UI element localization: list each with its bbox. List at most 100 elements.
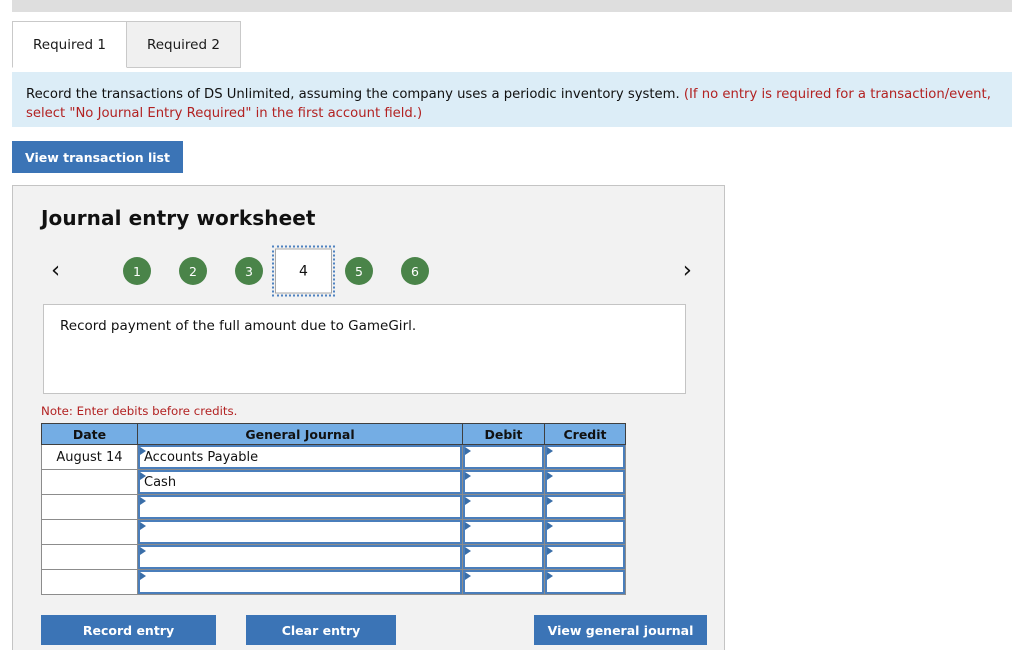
instruction-main-text: Record the transactions of DS Unlimited,… [26, 87, 684, 102]
cell-marker-icon [140, 472, 146, 480]
tab-required-1[interactable]: Required 1 [12, 21, 127, 68]
date-cell-2[interactable] [41, 469, 138, 495]
debit-cell-6[interactable] [462, 569, 545, 595]
tab-required-2-label: Required 2 [146, 36, 220, 53]
account-input-5[interactable] [138, 545, 462, 569]
account-cell-2[interactable]: Cash [137, 469, 463, 495]
journal-entry-table: Date General Journal Debit Credit August… [41, 423, 626, 595]
account-cell-6[interactable] [137, 569, 463, 595]
debit-input-2[interactable] [463, 470, 544, 494]
cell-marker-icon [140, 497, 146, 505]
page-button-1[interactable]: 1 [123, 257, 151, 285]
account-input-4[interactable] [138, 520, 462, 544]
journal-entry-worksheet-panel: Journal entry worksheet ‹ 1 2 3 4 5 6 › … [12, 185, 725, 650]
debit-input-3[interactable] [463, 495, 544, 519]
credit-cell-2[interactable] [544, 469, 626, 495]
cell-marker-icon [465, 472, 471, 480]
debit-input-6[interactable] [463, 570, 544, 594]
debit-cell-5[interactable] [462, 544, 545, 570]
table-row [41, 544, 626, 570]
transaction-description-text: Record payment of the full amount due to… [60, 318, 417, 334]
cell-marker-icon [547, 497, 553, 505]
debit-cell-2[interactable] [462, 469, 545, 495]
credit-cell-6[interactable] [544, 569, 626, 595]
cell-marker-icon [465, 547, 471, 555]
credit-input-1[interactable] [545, 445, 625, 469]
cell-marker-icon [547, 522, 553, 530]
record-entry-button[interactable]: Record entry [41, 615, 216, 645]
column-header-date: Date [41, 423, 138, 445]
debit-cell-4[interactable] [462, 519, 545, 545]
credit-cell-3[interactable] [544, 494, 626, 520]
view-transaction-list-button[interactable]: View transaction list [12, 141, 183, 173]
debits-before-credits-note: Note: Enter debits before credits. [41, 404, 238, 418]
worksheet-pager: ‹ 1 2 3 4 5 6 › [41, 245, 698, 297]
cell-marker-icon [140, 547, 146, 555]
date-cell-5[interactable] [41, 544, 138, 570]
date-cell-6[interactable] [41, 569, 138, 595]
tab-required-1-label: Required 1 [33, 36, 106, 53]
cell-marker-icon [140, 572, 146, 580]
debit-cell-3[interactable] [462, 494, 545, 520]
table-row [41, 569, 626, 595]
chevron-left-icon[interactable]: ‹ [51, 259, 60, 283]
cell-marker-icon [547, 472, 553, 480]
cell-marker-icon [140, 522, 146, 530]
transaction-description-box: Record payment of the full amount due to… [43, 304, 686, 394]
date-cell-1[interactable]: August 14 [41, 444, 138, 470]
column-header-general-journal: General Journal [137, 423, 463, 445]
cell-marker-icon [465, 497, 471, 505]
page-button-2[interactable]: 2 [179, 257, 207, 285]
credit-input-6[interactable] [545, 570, 625, 594]
credit-cell-5[interactable] [544, 544, 626, 570]
instruction-banner: Record the transactions of DS Unlimited,… [12, 72, 1012, 127]
account-cell-3[interactable] [137, 494, 463, 520]
account-cell-1[interactable]: Accounts Payable [137, 444, 463, 470]
chevron-right-icon[interactable]: › [683, 259, 692, 283]
cell-marker-icon [465, 522, 471, 530]
debit-cell-1[interactable] [462, 444, 545, 470]
worksheet-title: Journal entry worksheet [41, 206, 316, 230]
debit-input-4[interactable] [463, 520, 544, 544]
table-row [41, 519, 626, 545]
account-cell-5[interactable] [137, 544, 463, 570]
date-cell-3[interactable] [41, 494, 138, 520]
account-input-6[interactable] [138, 570, 462, 594]
debit-input-1[interactable] [463, 445, 544, 469]
page-button-5[interactable]: 5 [345, 257, 373, 285]
account-input-1-value: Accounts Payable [144, 449, 259, 465]
account-input-2[interactable]: Cash [138, 470, 462, 494]
page-button-3[interactable]: 3 [235, 257, 263, 285]
table-row: August 14 Accounts Payable [41, 444, 626, 470]
credit-cell-1[interactable] [544, 444, 626, 470]
cell-marker-icon [465, 572, 471, 580]
page-button-4-current[interactable]: 4 [272, 245, 335, 297]
tab-required-2[interactable]: Required 2 [125, 21, 241, 68]
date-cell-4[interactable] [41, 519, 138, 545]
credit-input-4[interactable] [545, 520, 625, 544]
table-row: Cash [41, 469, 626, 495]
clear-entry-button[interactable]: Clear entry [246, 615, 396, 645]
tab-bar: Required 1 Required 2 [12, 21, 241, 68]
account-cell-4[interactable] [137, 519, 463, 545]
cell-marker-icon [547, 547, 553, 555]
cell-marker-icon [140, 447, 146, 455]
account-input-1[interactable]: Accounts Payable [138, 445, 462, 469]
cell-marker-icon [465, 447, 471, 455]
column-header-debit: Debit [462, 423, 545, 445]
page-button-6[interactable]: 6 [401, 257, 429, 285]
credit-input-3[interactable] [545, 495, 625, 519]
journal-table-body: August 14 Accounts Payable Cash [41, 444, 626, 595]
view-general-journal-button[interactable]: View general journal [534, 615, 707, 645]
account-input-3[interactable] [138, 495, 462, 519]
table-header-row: Date General Journal Debit Credit [41, 423, 626, 445]
column-header-credit: Credit [544, 423, 626, 445]
cell-marker-icon [547, 572, 553, 580]
credit-input-2[interactable] [545, 470, 625, 494]
top-gray-strip [12, 0, 1012, 12]
cell-marker-icon [547, 447, 553, 455]
debit-input-5[interactable] [463, 545, 544, 569]
credit-input-5[interactable] [545, 545, 625, 569]
credit-cell-4[interactable] [544, 519, 626, 545]
table-row [41, 494, 626, 520]
